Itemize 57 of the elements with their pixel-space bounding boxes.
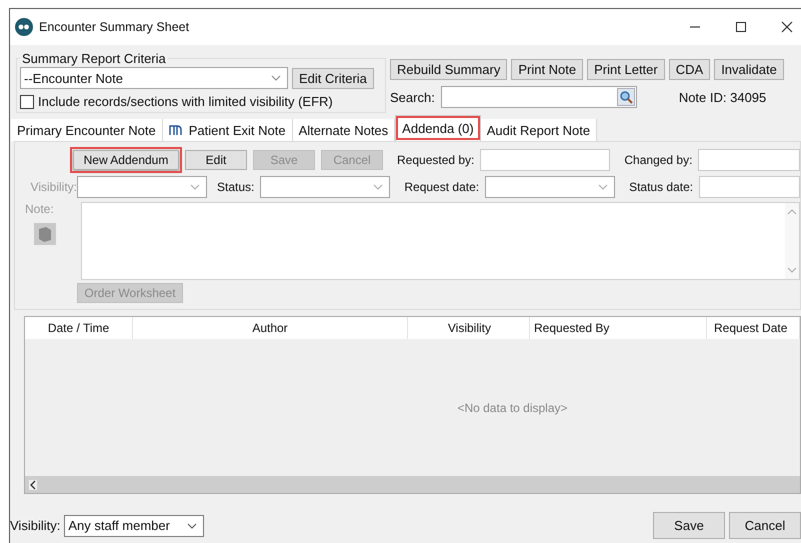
patient-exit-icon xyxy=(168,124,185,136)
status-date-field[interactable] xyxy=(699,176,800,198)
addendum-button[interactable]: Edit xyxy=(185,150,247,170)
search-field[interactable] xyxy=(440,86,637,108)
checkbox-label: Include records/sections with limited visibility (EFR) xyxy=(38,94,333,109)
scroll-up-icon[interactable] xyxy=(787,209,797,215)
column-header[interactable]: Request Date xyxy=(707,317,800,339)
tab[interactable]: Patient Exit Note xyxy=(162,119,293,141)
field-label: Status: xyxy=(217,180,254,194)
status-dropdown[interactable] xyxy=(260,176,390,198)
requested-by-field[interactable] xyxy=(480,149,610,171)
toolbar-button[interactable]: Invalidate xyxy=(714,59,784,80)
column-header[interactable]: Author xyxy=(133,317,408,339)
app-logo-icon xyxy=(15,18,33,36)
field-label: Request date: xyxy=(404,180,480,194)
note-textarea[interactable] xyxy=(81,202,800,280)
tab[interactable]: Audit Report Note xyxy=(480,119,598,141)
checkbox[interactable] xyxy=(20,94,34,108)
chevron-down-icon[interactable] xyxy=(271,75,281,81)
toolbar-button[interactable]: CDA xyxy=(668,59,710,80)
addendum-button[interactable]: New Addendum xyxy=(73,150,179,170)
tab[interactable]: Primary Encounter Note xyxy=(11,119,163,141)
request-date-dropdown[interactable] xyxy=(485,176,616,198)
note-id: Note ID: 34095 xyxy=(678,90,766,104)
scrollbar[interactable] xyxy=(25,476,800,493)
visibility-dropdown[interactable]: Any staff member xyxy=(64,514,204,536)
column-header[interactable]: Visibility xyxy=(408,317,530,339)
toolbar-button[interactable]: Rebuild Summary xyxy=(390,59,508,80)
scrollbar[interactable] xyxy=(785,203,799,279)
toolbar-button[interactable]: Print Letter xyxy=(587,59,665,80)
field-label: Visibility: xyxy=(30,180,77,194)
edit-criteria-button[interactable]: Edit Criteria xyxy=(292,68,374,88)
search-icon[interactable] xyxy=(616,88,635,106)
empty-message: <No data to display> xyxy=(457,400,568,414)
field-label: Status date: xyxy=(629,180,694,194)
group-title: Summary Report Criteria xyxy=(21,51,167,66)
visibility-dropdown[interactable] xyxy=(77,176,207,198)
footer-button[interactable]: Save xyxy=(653,512,725,539)
tab[interactable]: Addenda (0) xyxy=(395,115,481,141)
chevron-down-icon[interactable] xyxy=(187,522,198,528)
scroll-left-icon[interactable] xyxy=(29,480,37,490)
window-title: Encounter Summary Sheet xyxy=(39,20,190,34)
tab[interactable]: Alternate Notes xyxy=(292,119,396,141)
column-header[interactable]: Date / Time xyxy=(25,317,133,339)
visibility-label: Visibility: xyxy=(10,518,60,533)
criteria-dropdown[interactable]: --Encounter Note xyxy=(20,67,288,89)
maximize-icon[interactable] xyxy=(735,21,747,33)
field-label: Requested by: xyxy=(397,153,474,167)
scroll-down-icon[interactable] xyxy=(787,267,797,273)
field-label: Changed by: xyxy=(624,153,692,167)
footer-button[interactable]: Cancel xyxy=(729,512,801,539)
search-label: Search: xyxy=(390,90,435,104)
column-header[interactable]: Requested By xyxy=(530,317,707,339)
field-label: Note: xyxy=(25,202,54,216)
changed-by-field[interactable] xyxy=(698,149,800,171)
close-icon[interactable] xyxy=(781,21,793,33)
toolbar-button[interactable]: Print Note xyxy=(511,59,584,80)
